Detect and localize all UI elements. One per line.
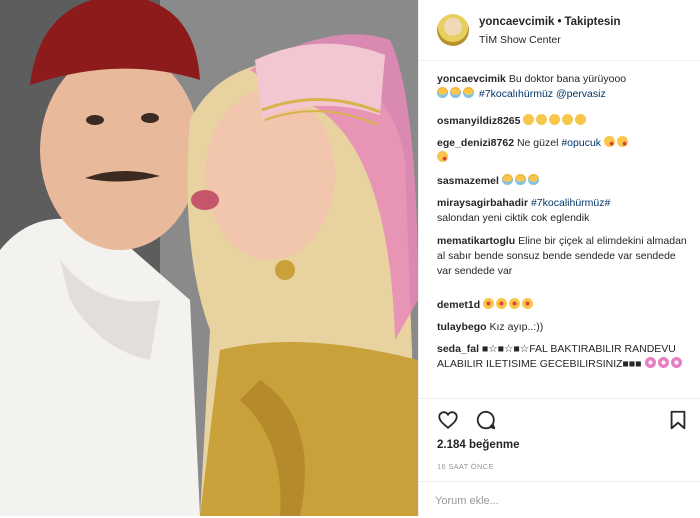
crying-laughing-emoji-icon xyxy=(463,87,474,98)
crying-laughing-emoji-icon xyxy=(514,174,526,185)
separator-dot: • xyxy=(557,16,562,28)
comment: tulaybego Kız ayıp..:)) xyxy=(437,320,687,335)
add-comment-section xyxy=(419,481,700,518)
sad-emoji-icon xyxy=(549,114,561,125)
add-comment-input[interactable] xyxy=(433,490,687,512)
comment-username[interactable]: yoncaevcimik xyxy=(437,73,506,85)
heart-eyes-emoji-icon xyxy=(509,298,521,309)
comment-text: salondan yeni ciktik cok eglendik xyxy=(437,212,590,224)
post-timestamp[interactable]: 16 SAAT ÖNCE xyxy=(437,462,494,471)
comment: miraysagirbahadir #7kocalihürmüz# salond… xyxy=(437,196,687,226)
post-sidebar: yoncaevcimik • Takiptesin TİM Show Center … xyxy=(419,0,700,516)
kiss-emoji-icon xyxy=(616,136,628,147)
hashtag-link[interactable]: #opucuk xyxy=(561,137,601,149)
comment: ege_denizi8762 Ne güzel #opucuk xyxy=(437,136,687,166)
sad-emoji-icon xyxy=(562,114,574,125)
kiss-emoji-icon xyxy=(437,151,448,162)
flower-emoji-icon xyxy=(644,357,656,368)
flower-emoji-icon xyxy=(657,357,669,368)
comment-icon[interactable] xyxy=(475,409,497,431)
comment: yoncaevcimik Bu doktor bana yürüyooo #7k… xyxy=(437,72,687,102)
heart-eyes-emoji-icon xyxy=(483,298,495,309)
comment: mematikartoglu Eline bir çiçek al elimde… xyxy=(437,234,687,279)
comment-username[interactable]: tulaybego xyxy=(437,321,487,333)
post-author: yoncaevcimik • Takiptesin xyxy=(479,16,621,28)
post-photo-illustration xyxy=(0,0,418,516)
comment-username[interactable]: sasmazemel xyxy=(437,175,499,187)
crying-laughing-emoji-icon xyxy=(501,174,513,185)
crying-laughing-emoji-icon xyxy=(527,174,539,185)
crying-laughing-emoji-icon xyxy=(437,87,448,98)
comment: sasmazemel xyxy=(437,174,687,189)
comment-username[interactable]: osmanyildiz8265 xyxy=(437,115,520,127)
comment-username[interactable]: mematikartoglu xyxy=(437,235,515,247)
comment-username[interactable]: demet1d xyxy=(437,299,480,311)
comment-username[interactable]: ege_denizi8762 xyxy=(437,137,514,149)
sad-emoji-icon xyxy=(575,114,587,125)
comment: seda_fal ■☆■☆■☆FAL BAKTIRABILIR RANDEVU … xyxy=(437,342,687,372)
heart-eyes-emoji-icon xyxy=(522,298,534,309)
kiss-emoji-icon xyxy=(603,136,615,147)
username-link[interactable]: yoncaevcimik xyxy=(479,16,554,28)
flower-emoji-icon xyxy=(670,357,682,368)
bookmark-icon[interactable] xyxy=(667,409,689,431)
comment-text: Bu doktor bana yürüyooo xyxy=(508,73,627,85)
hashtag-link[interactable]: #7kocalıhürmüz @pervasiz xyxy=(479,88,606,100)
comment: osmanyildiz8265 xyxy=(437,114,687,129)
comment-text: Ne güzel xyxy=(516,137,559,149)
comments-list[interactable]: yoncaevcimik Bu doktor bana yürüyooo #7k… xyxy=(419,60,700,398)
follow-status[interactable]: Takiptesin xyxy=(564,16,620,28)
avatar[interactable] xyxy=(437,14,469,46)
heart-icon[interactable] xyxy=(437,409,459,431)
sad-emoji-icon xyxy=(523,114,535,125)
comment-username[interactable]: seda_fal xyxy=(437,343,479,355)
post-actions: 2.184 beğenme 16 SAAT ÖNCE xyxy=(419,398,700,517)
post-header: yoncaevcimik • Takiptesin TİM Show Center xyxy=(419,0,700,61)
comment: demet1d xyxy=(437,298,687,313)
like-count[interactable]: 2.184 beğenme xyxy=(437,439,519,451)
post-photo[interactable] xyxy=(0,0,418,516)
heart-eyes-emoji-icon xyxy=(496,298,508,309)
location-link[interactable]: TİM Show Center xyxy=(479,34,561,46)
hashtag-link[interactable]: #7kocalihürmüz# xyxy=(531,197,610,209)
comment-username[interactable]: miraysagirbahadir xyxy=(437,197,528,209)
crying-laughing-emoji-icon xyxy=(450,87,461,98)
sad-emoji-icon xyxy=(536,114,548,125)
comment-text: Kız ayıp..:)) xyxy=(489,321,544,333)
